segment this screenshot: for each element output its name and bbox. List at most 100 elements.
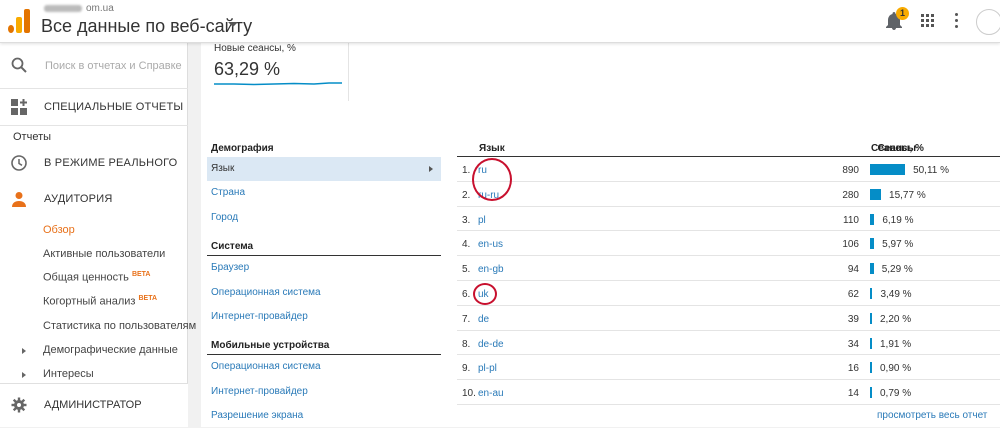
table-row: 8. de-de 34 1,91 %	[457, 331, 1000, 356]
sidebar-search[interactable]: Поиск в отчетах и Справке	[0, 43, 188, 89]
dimension-city[interactable]: Город	[207, 206, 441, 230]
sidebar-item-audience[interactable]: АУДИТОРИЯ	[0, 182, 188, 216]
sidebar-item-realtime[interactable]: В РЕЖИМЕ РЕАЛЬНОГО	[0, 146, 188, 180]
sidebar-item-label: Когортный анализ	[43, 295, 136, 308]
gear-icon	[11, 397, 27, 413]
sessions-share-bar	[870, 288, 873, 299]
beta-badge: BETA	[138, 295, 158, 302]
notification-count-badge: 1	[896, 7, 909, 20]
expand-triangle-icon[interactable]	[22, 372, 26, 378]
metric-sparkline	[214, 82, 342, 86]
table-row: 2. ru-ru 280 15,77 %	[457, 182, 1000, 207]
column-header-sessions-pct[interactable]: Сеансы, %	[871, 143, 924, 154]
dimension-country[interactable]: Страна	[207, 181, 441, 205]
sessions-value: 280	[842, 189, 859, 201]
property-view-selector[interactable]: Все данные по веб-сайту	[41, 16, 252, 37]
sessions-value: 39	[847, 313, 859, 325]
language-link[interactable]: en-gb	[478, 264, 504, 275]
table-header: Язык Сеансы Сеансы, %	[457, 143, 1000, 156]
table-row: 6. uk 62 3,49 %	[457, 281, 1000, 306]
row-index: 7.	[462, 313, 471, 325]
sessions-share-bar	[870, 387, 872, 399]
sessions-share-bar	[870, 337, 872, 349]
user-avatar[interactable]	[976, 9, 1000, 35]
dimension-service-provider[interactable]: Интернет-провайдер	[207, 305, 441, 329]
sessions-value: 890	[842, 165, 859, 176]
row-index: 2.	[462, 189, 471, 201]
caret-down-icon[interactable]	[228, 22, 238, 27]
sidebar-item-custom-reports[interactable]: СПЕЦИАЛЬНЫЕ ОТЧЕТЫ	[0, 90, 188, 124]
apps-grid-icon[interactable]	[921, 14, 935, 28]
sidebar-item-lifetime-value[interactable]: Общая ценность BETA	[43, 271, 150, 284]
sidebar-item-active-users[interactable]: Активные пользователи	[43, 248, 165, 260]
dimension-language[interactable]: Язык	[207, 157, 441, 181]
sidebar-item-admin[interactable]: АДМИНИСТРАТОР	[0, 383, 188, 427]
sessions-value: 14	[847, 388, 859, 400]
dimension-mobile-provider[interactable]: Интернет-провайдер	[207, 380, 441, 404]
analytics-logo-icon[interactable]	[8, 9, 30, 33]
annotation-circle-uk	[473, 283, 497, 305]
search-input[interactable]: Поиск в отчетах и Справке	[45, 60, 182, 72]
sessions-value: 34	[847, 338, 859, 350]
dashboard-add-icon	[11, 99, 27, 115]
dimension-browser[interactable]: Браузер	[207, 256, 441, 280]
expand-triangle-icon[interactable]	[22, 348, 26, 354]
sessions-value: 110	[843, 214, 859, 226]
row-index: 8.	[462, 338, 471, 350]
sessions-value: 106	[842, 239, 859, 251]
dimension-group-mobile: Мобильные устройства	[207, 340, 441, 355]
sessions-pct-value: 5,97 %	[882, 239, 914, 251]
sessions-pct-value: 0,79 %	[880, 388, 912, 400]
metric-value: 63,29 %	[214, 59, 281, 79]
row-index: 6.	[462, 289, 471, 300]
row-index: 5.	[462, 264, 471, 276]
dimension-group-system: Система	[207, 241, 441, 256]
clock-icon	[11, 155, 27, 171]
beta-badge: BETA	[131, 271, 151, 278]
language-link[interactable]: pl-pl	[478, 363, 497, 374]
sessions-share-bar	[870, 213, 875, 225]
language-link[interactable]: en-au	[478, 388, 504, 399]
account-domain: om.ua	[44, 3, 114, 14]
dimension-screen-resolution[interactable]: Разрешение экрана	[207, 404, 441, 428]
annotation-circle-ru	[472, 158, 512, 201]
table-row: 10. en-au 14 0,79 %	[457, 380, 1000, 405]
language-link[interactable]: de-de	[478, 339, 504, 350]
language-link[interactable]: de	[478, 314, 489, 325]
new-sessions-metric[interactable]: Новые сеансы, % 63,29 %	[214, 43, 349, 101]
sidebar-item-cohort-analysis[interactable]: Когортный анализ BETA	[43, 295, 157, 308]
dimension-label: Язык	[211, 163, 235, 174]
table-row: 9. pl-pl 16 0,90 %	[457, 355, 1000, 381]
sidebar-item-interests[interactable]: Интересы	[43, 368, 94, 380]
sidebar: Поиск в отчетах и Справке СПЕЦИАЛЬНЫЕ ОТ…	[0, 43, 196, 427]
person-icon	[11, 191, 27, 207]
sessions-share-bar	[870, 362, 872, 374]
table-row: 3. pl 110 6,19 %	[457, 207, 1000, 232]
sidebar-item-demographics[interactable]: Демографические данные	[43, 344, 178, 356]
sessions-share-bar	[870, 263, 874, 275]
sidebar-item-label: СПЕЦИАЛЬНЫЕ ОТЧЕТЫ	[44, 101, 184, 113]
language-link[interactable]: en-us	[478, 239, 503, 250]
row-index: 3.	[462, 214, 471, 226]
more-vert-icon[interactable]	[955, 13, 959, 29]
search-icon	[11, 57, 27, 73]
divider	[0, 125, 188, 126]
sessions-share-bar	[870, 238, 875, 250]
view-full-report-link[interactable]: просмотреть весь отчет	[877, 410, 987, 421]
column-header-language[interactable]: Язык	[479, 143, 505, 154]
dimension-operating-system[interactable]: Операционная система	[207, 281, 441, 305]
dimension-mobile-os[interactable]: Операционная система	[207, 355, 441, 379]
sessions-share-bar	[870, 188, 882, 200]
language-link[interactable]: pl	[478, 215, 486, 226]
sessions-pct-value: 2,20 %	[880, 313, 912, 325]
sidebar-item-label: АУДИТОРИЯ	[44, 193, 113, 205]
sidebar-item-user-explorer[interactable]: Статистика по пользователям	[43, 320, 196, 332]
sessions-value: 62	[847, 289, 859, 300]
table-row: 5. en-gb 94 5,29 %	[457, 256, 1000, 281]
sessions-pct-value: 15,77 %	[889, 189, 926, 201]
sessions-share-bar	[870, 312, 872, 324]
sidebar-item-overview[interactable]: Обзор	[43, 224, 75, 236]
sessions-pct-value: 1,91 %	[880, 338, 912, 350]
sessions-value: 94	[847, 264, 859, 276]
redacted-account-name	[44, 4, 82, 12]
